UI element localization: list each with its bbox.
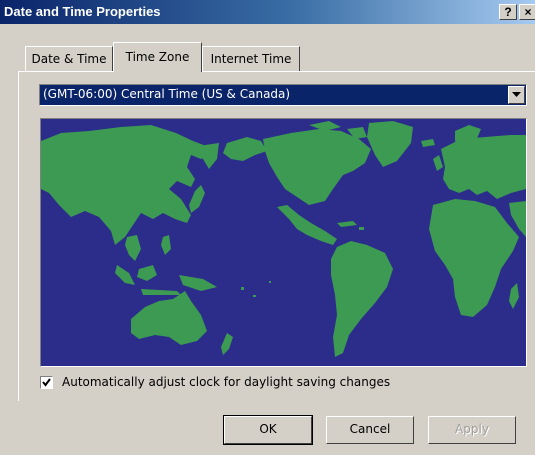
close-button[interactable]: × xyxy=(519,4,535,20)
date-time-properties-dialog: Date and Time Properties ? × Date & Time… xyxy=(0,0,535,455)
tab-internet-time[interactable]: Internet Time xyxy=(202,46,300,72)
daylight-saving-checkbox[interactable] xyxy=(40,376,53,389)
window-title: Date and Time Properties xyxy=(4,4,161,19)
dropdown-arrow-button[interactable] xyxy=(508,86,525,104)
timezone-selected-value: (GMT-06:00) Central Time (US & Canada) xyxy=(43,87,291,101)
checkmark-icon xyxy=(42,378,51,387)
timezone-dropdown[interactable]: (GMT-06:00) Central Time (US & Canada) xyxy=(39,84,527,106)
daylight-saving-label: Automatically adjust clock for daylight … xyxy=(62,375,391,389)
tab-time-zone[interactable]: Time Zone xyxy=(113,42,202,72)
world-map-icon xyxy=(41,119,526,366)
title-bar[interactable]: Date and Time Properties ? × xyxy=(0,0,535,24)
tab-date-time[interactable]: Date & Time xyxy=(25,46,113,72)
chevron-down-icon xyxy=(512,92,521,97)
cancel-button[interactable]: Cancel xyxy=(326,416,414,444)
help-button[interactable]: ? xyxy=(499,4,517,20)
ok-button[interactable]: OK xyxy=(223,415,313,445)
apply-button[interactable]: Apply xyxy=(428,416,516,444)
world-map xyxy=(40,118,527,367)
